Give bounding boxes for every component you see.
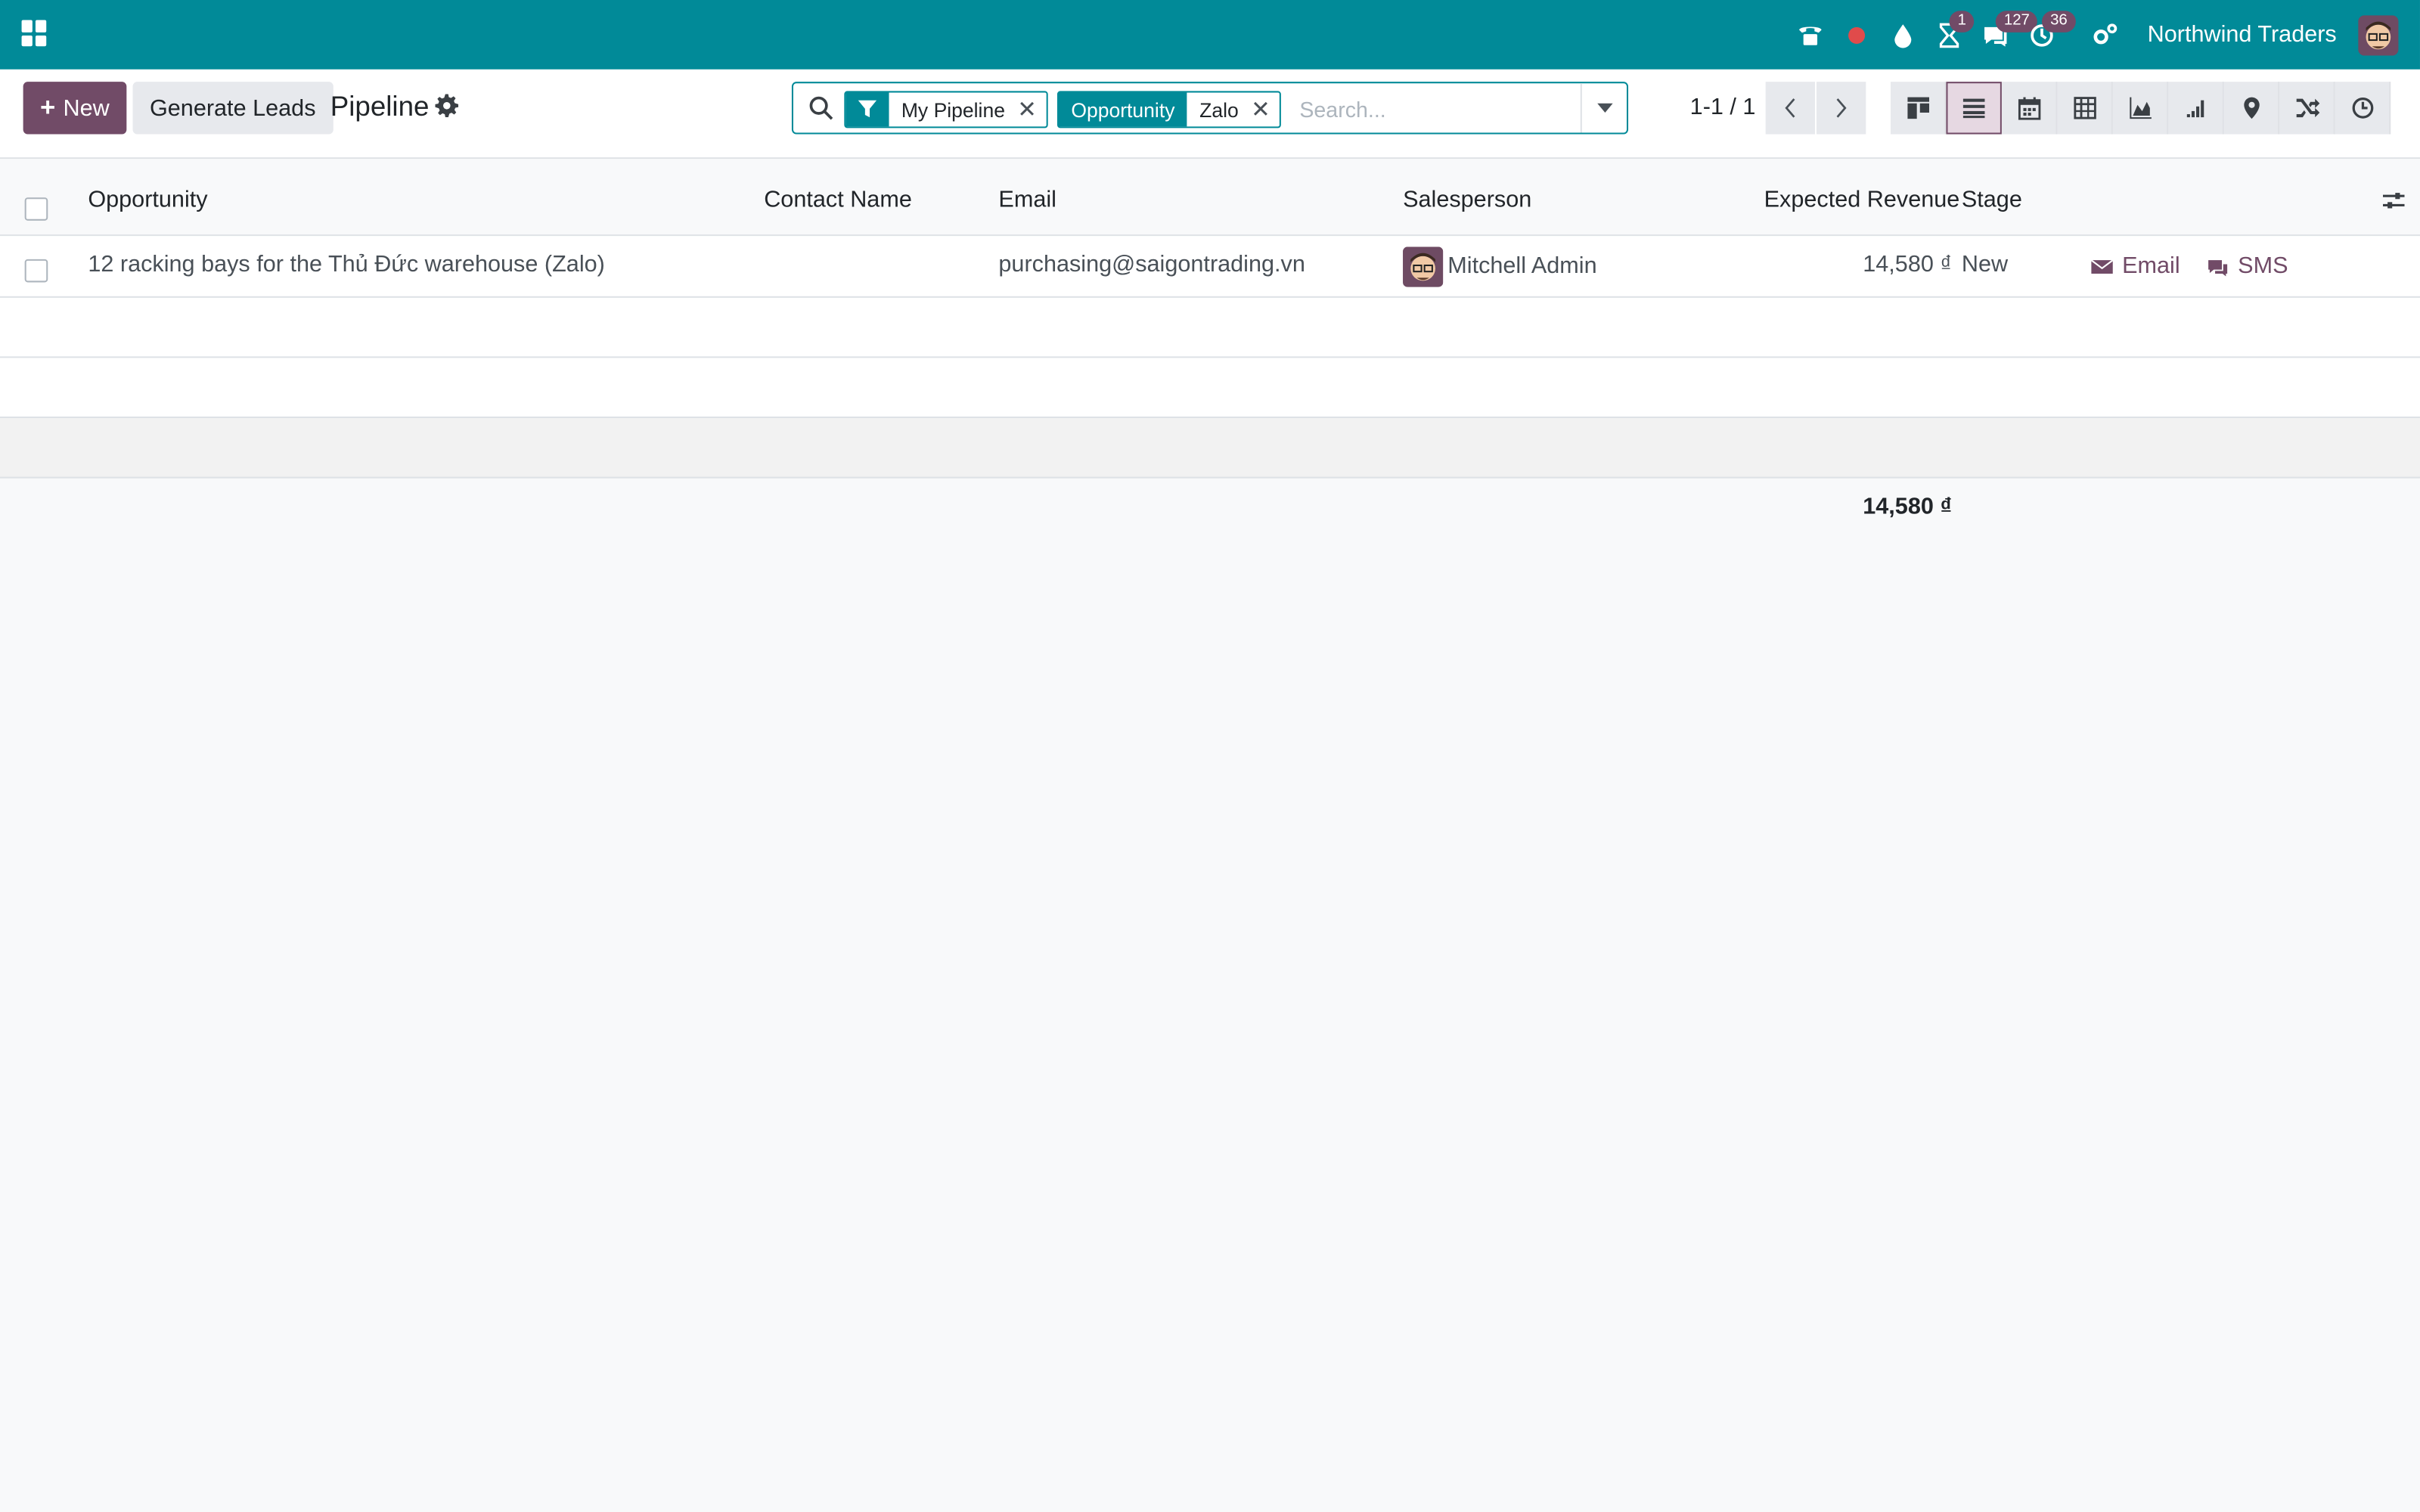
- column-email[interactable]: Email: [998, 187, 1056, 213]
- activity-view-button[interactable]: [2279, 82, 2335, 135]
- list-view-button[interactable]: [1946, 82, 2002, 135]
- graph-view-button[interactable]: [2112, 82, 2169, 135]
- search-input[interactable]: [1299, 92, 1578, 127]
- clock-icon: [2351, 97, 2373, 119]
- list-view: Opportunity Contact Name Email Salespers…: [0, 159, 2420, 537]
- top-navbar: 1 127 36 Northwind Traders: [0, 0, 2420, 70]
- row-checkbox[interactable]: [24, 259, 48, 283]
- opportunity-facet[interactable]: Opportunity Zalo ✕: [1056, 91, 1282, 129]
- search-icon[interactable]: [808, 96, 833, 121]
- select-all-checkbox[interactable]: [24, 197, 48, 221]
- settings-icon[interactable]: [2090, 20, 2121, 51]
- company-name[interactable]: Northwind Traders: [2148, 22, 2337, 48]
- area-chart-icon: [2129, 97, 2151, 119]
- column-salesperson[interactable]: Salesperson: [1403, 187, 1531, 213]
- user-avatar[interactable]: [2358, 14, 2399, 55]
- email-action-button[interactable]: Email: [2091, 253, 2180, 279]
- table-header: Opportunity Contact Name Email Salespers…: [0, 159, 2420, 237]
- column-opportunity[interactable]: Opportunity: [88, 187, 207, 213]
- apps-menu-icon[interactable]: [21, 20, 48, 47]
- chevron-right-icon: [1836, 98, 1847, 118]
- search-bar: My Pipeline ✕ Opportunity Zalo ✕: [791, 82, 1629, 135]
- remove-facet-icon[interactable]: ✕: [1251, 96, 1280, 124]
- calendar-view-button[interactable]: [2001, 82, 2058, 135]
- pager-previous-button[interactable]: [1765, 82, 1815, 135]
- activities-badge: 1: [1950, 10, 1975, 32]
- column-expected-revenue[interactable]: Expected Revenue: [1764, 187, 1960, 213]
- remove-facet-icon[interactable]: ✕: [1017, 96, 1046, 124]
- search-options-toggle[interactable]: [1580, 83, 1627, 133]
- timesheets-badge: 36: [2042, 10, 2075, 32]
- cell-email: purchasing@saigontrading.vn: [998, 251, 1305, 278]
- map-marker-icon: [2243, 97, 2259, 119]
- breadcrumb: Pipeline: [330, 91, 430, 122]
- list-icon: [1962, 98, 1985, 119]
- gear-icon[interactable]: [435, 94, 459, 118]
- map-view-button[interactable]: [2223, 82, 2280, 135]
- table-row[interactable]: 12 racking bays for the Thủ Đức warehous…: [0, 236, 2420, 298]
- table-icon: [2073, 97, 2096, 119]
- drop-icon[interactable]: [1888, 20, 1919, 51]
- table-footer: 14,580 ₫: [0, 479, 2420, 538]
- clock-view-button[interactable]: [2335, 82, 2391, 135]
- empty-row: [0, 358, 2420, 419]
- bar-signal-icon: [2186, 100, 2204, 118]
- column-stage[interactable]: Stage: [1962, 187, 2022, 213]
- clock-icon[interactable]: 36: [2027, 10, 2075, 51]
- pivot-view-button[interactable]: [2057, 82, 2113, 135]
- chat-icon[interactable]: 127: [1981, 10, 2038, 51]
- record-icon[interactable]: [1842, 20, 1873, 51]
- hourglass-icon[interactable]: 1: [1934, 10, 1975, 51]
- revenue-total: 14,580 ₫: [1863, 494, 1953, 520]
- calendar-icon: [2017, 97, 2040, 120]
- cell-expected-revenue: 14,580 ₫: [1863, 251, 1953, 278]
- salesperson-avatar: [1403, 246, 1444, 287]
- comments-icon: [2208, 259, 2228, 276]
- cell-opportunity: 12 racking bays for the Thủ Đức warehous…: [88, 251, 605, 278]
- kanban-view-button[interactable]: [1890, 82, 1947, 135]
- cell-stage: New: [1961, 251, 2009, 278]
- pager-next-button[interactable]: [1817, 82, 1866, 135]
- chevron-left-icon: [1785, 98, 1795, 118]
- cohort-view-button[interactable]: [2168, 82, 2224, 135]
- column-contact-name[interactable]: Contact Name: [764, 187, 912, 213]
- new-button[interactable]: + New: [23, 82, 127, 135]
- optional-columns-icon[interactable]: [2382, 190, 2405, 212]
- caret-down-icon: [1596, 103, 1612, 113]
- navbar-systray: 1 127 36 Northwind Traders: [1788, 0, 2399, 70]
- view-switcher: [1890, 82, 2391, 135]
- filter-facet[interactable]: My Pipeline ✕: [844, 91, 1048, 129]
- empty-row: [0, 297, 2420, 358]
- phone-icon[interactable]: [1795, 20, 1826, 51]
- control-panel: + New Generate Leads Pipeline My Pipeline…: [0, 69, 2420, 160]
- sms-action-button[interactable]: SMS: [2207, 253, 2288, 279]
- filter-icon: [845, 92, 889, 127]
- kanban-icon: [1907, 97, 1928, 119]
- generate-leads-button[interactable]: Generate Leads: [132, 82, 333, 135]
- empty-row: [0, 418, 2420, 479]
- shuffle-icon: [2295, 98, 2319, 118]
- pager-value[interactable]: 1-1 / 1: [1690, 94, 1756, 120]
- cell-salesperson: Mitchell Admin: [1447, 253, 1597, 280]
- envelope-icon: [2091, 259, 2113, 273]
